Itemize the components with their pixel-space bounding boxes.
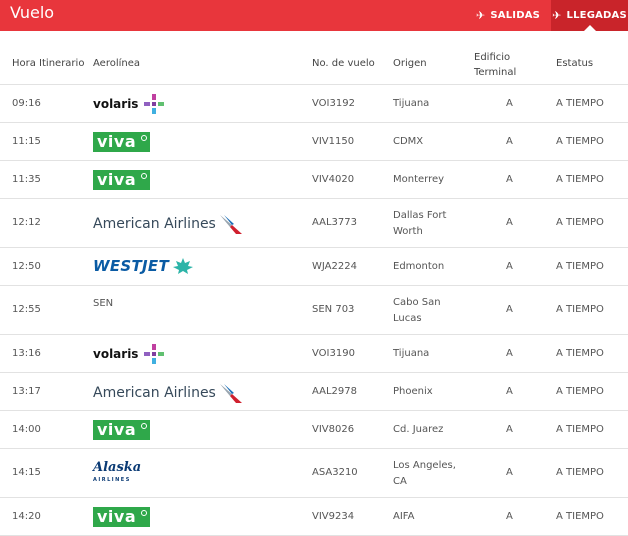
terminal-cell: A (506, 386, 513, 397)
table-row[interactable]: 12:55 SEN SEN 703 Cabo San Lucas A A TIE… (0, 286, 628, 335)
origen-cell: Edmonton (393, 261, 445, 272)
vuelo-cell: AAL2978 (312, 386, 357, 397)
terminal-cell: A (506, 467, 513, 478)
vuelo-cell: VIV8026 (312, 424, 355, 435)
vuelo-cell: VIV9234 (312, 511, 355, 522)
vuelo-cell: VIV4020 (312, 174, 355, 185)
page-title: Vuelo (10, 3, 55, 22)
hora-cell: 12:55 (12, 304, 41, 315)
col-aerolinea: Aerolínea (93, 58, 141, 69)
tab-salidas-label: SALIDAS (490, 10, 541, 21)
estatus-cell: A TIEMPO (556, 424, 604, 435)
hora-cell: 14:20 (12, 511, 41, 522)
american-airlines-logo: American Airlines (93, 382, 244, 404)
tab-llegadas[interactable]: ✈ LLEGADAS (551, 0, 628, 31)
hora-cell: 14:00 (12, 424, 41, 435)
origen-cell: Monterrey (393, 174, 445, 185)
table-row[interactable]: 14:15 Alaska AIRLINES ASA3210 Los Angele… (0, 449, 628, 498)
estatus-cell: A TIEMPO (556, 217, 604, 228)
volaris-mark-icon (144, 344, 165, 364)
origen-cell: Dallas Fort Worth (393, 210, 447, 237)
vuelo-cell: VIV1150 (312, 136, 355, 147)
origen-cell: Cabo San Lucas (393, 297, 441, 324)
table-row[interactable]: 14:00 viva VIV8026 Cd. Juarez A A TIEMPO (0, 411, 628, 449)
volaris-logo: volaris (93, 94, 165, 114)
estatus-cell: A TIEMPO (556, 261, 604, 272)
estatus-cell: A TIEMPO (556, 386, 604, 397)
terminal-cell: A (506, 511, 513, 522)
table-row[interactable]: 14:20 viva VIV9234 AIFA A A TIEMPO (0, 498, 628, 536)
hora-cell: 11:15 (12, 136, 41, 147)
tab-salidas[interactable]: ✈ SALIDAS (466, 0, 550, 31)
hora-cell: 12:12 (12, 217, 41, 228)
vuelo-cell: VOI3190 (312, 348, 355, 359)
col-estatus: Estatus (556, 58, 594, 69)
hora-cell: 13:17 (12, 386, 41, 397)
col-hora: Hora Itinerario (12, 58, 85, 69)
origen-cell: Tijuana (393, 98, 430, 109)
table-row[interactable]: 09:16 volaris VOI3192 Tijuana A A TIEMPO (0, 85, 628, 123)
hora-cell: 14:15 (12, 467, 41, 478)
estatus-cell: A TIEMPO (556, 467, 604, 478)
vuelo-cell: AAL3773 (312, 217, 357, 228)
terminal-cell: A (506, 304, 513, 315)
table-row[interactable]: 13:17 American Airlines AAL2978 Phoenix … (0, 373, 628, 411)
origen-cell: Phoenix (393, 386, 433, 397)
table-header: Hora Itinerario Aerolínea No. de vuelo O… (0, 31, 628, 85)
col-origen: Origen (393, 58, 427, 69)
col-edificio: Edificio Terminal (474, 52, 517, 78)
origen-cell: Cd. Juarez (393, 424, 444, 435)
top-bar: Vuelo ✈ SALIDAS ✈ LLEGADAS (0, 0, 628, 31)
vuelo-cell: WJA2224 (312, 261, 357, 272)
viva-logo: viva (93, 420, 150, 440)
tab-llegadas-label: LLEGADAS (566, 10, 627, 21)
american-eagle-icon (219, 384, 242, 403)
origen-cell: CDMX (393, 136, 424, 147)
volaris-mark-icon (144, 94, 165, 114)
table-row[interactable]: 12:50 WESTJET WJA2224 Edmonton A A TIEMP… (0, 248, 628, 286)
origen-cell: AIFA (393, 511, 415, 522)
estatus-cell: A TIEMPO (556, 304, 604, 315)
origen-cell: Los Angeles, CA (393, 460, 456, 487)
table-row[interactable]: 11:15 viva VIV1150 CDMX A A TIEMPO (0, 123, 628, 161)
col-vuelo: No. de vuelo (312, 58, 375, 69)
maple-leaf-icon (173, 258, 193, 274)
terminal-cell: A (506, 136, 513, 147)
american-airlines-logo: American Airlines (93, 213, 244, 235)
vuelo-cell: SEN 703 (312, 304, 355, 315)
terminal-cell: A (506, 348, 513, 359)
terminal-cell: A (506, 174, 513, 185)
terminal-cell: A (506, 217, 513, 228)
westjet-logo: WESTJET (93, 257, 194, 275)
terminal-cell: A (506, 261, 513, 272)
alaska-airlines-logo: Alaska AIRLINES (93, 460, 142, 483)
hora-cell: 13:16 (12, 348, 41, 359)
estatus-cell: A TIEMPO (556, 511, 604, 522)
hora-cell: 12:50 (12, 261, 41, 272)
table-row[interactable]: 13:16 volaris VOI3190 Tijuana A A TIEMPO (0, 335, 628, 373)
plane-arrival-icon: ✈ (552, 9, 562, 22)
vuelo-cell: VOI3192 (312, 98, 355, 109)
estatus-cell: A TIEMPO (556, 136, 604, 147)
viva-logo: viva (93, 170, 150, 190)
estatus-cell: A TIEMPO (556, 98, 604, 109)
hora-cell: 09:16 (12, 98, 41, 109)
hora-cell: 11:35 (12, 174, 41, 185)
viva-logo: viva (93, 132, 150, 152)
estatus-cell: A TIEMPO (556, 174, 604, 185)
terminal-cell: A (506, 424, 513, 435)
table-row[interactable]: 11:35 viva VIV4020 Monterrey A A TIEMPO (0, 161, 628, 199)
table-row[interactable]: 12:12 American Airlines AAL3773 Dallas F… (0, 199, 628, 248)
flights-table: 09:16 volaris VOI3192 Tijuana A A TIEMPO… (0, 85, 628, 536)
vuelo-cell: ASA3210 (312, 467, 358, 478)
plane-departure-icon: ✈ (475, 9, 486, 22)
aerolinea-cell: SEN (93, 298, 114, 309)
estatus-cell: A TIEMPO (556, 348, 604, 359)
viva-logo: viva (93, 507, 150, 527)
volaris-logo: volaris (93, 344, 165, 364)
terminal-cell: A (506, 98, 513, 109)
american-eagle-icon (219, 215, 242, 234)
origen-cell: Tijuana (393, 348, 430, 359)
